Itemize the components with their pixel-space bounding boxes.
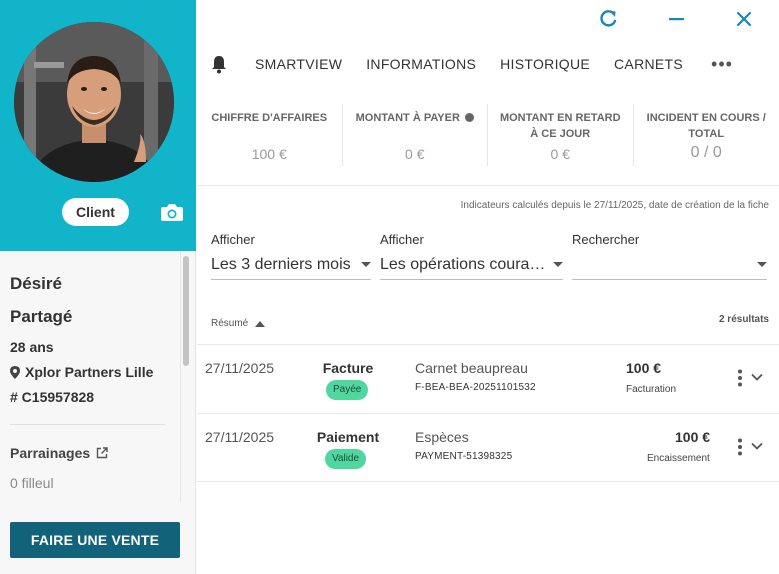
kpi-incidents: INCIDENT EN COURS / TOTAL 0 / 0 [634, 104, 779, 166]
row-description: Carnet beaupreau [415, 360, 528, 376]
table-row[interactable]: 27/11/2025 Paiement Valide Espèces PAYME… [197, 413, 779, 481]
sort-up-icon [255, 320, 266, 327]
client-details: Désiré Partagé 28 ans Xplor Partners Lil… [10, 270, 180, 405]
referrals-label: Parrainages [10, 445, 91, 461]
table-row[interactable]: 27/11/2025 Facture Payée Carnet beauprea… [197, 344, 779, 412]
external-link-icon [96, 447, 108, 459]
sidebar-divider [10, 424, 165, 425]
filter-label: Afficher [380, 232, 424, 247]
sort-label: Résumé [211, 318, 249, 329]
divider [197, 185, 779, 186]
client-type-badge: Client [62, 198, 129, 226]
client-age: 28 ans [10, 339, 54, 355]
referrals-count: 0 filleul [10, 475, 54, 491]
client-first-name: Désiré [10, 274, 62, 293]
client-main-panel: SMARTVIEW INFORMATIONS HISTORIQUE CARNET… [197, 0, 779, 574]
chevron-down-icon [757, 262, 767, 267]
row-type: Facture [322, 360, 374, 376]
profile-photo[interactable] [14, 22, 174, 182]
kebab-menu-icon[interactable] [737, 369, 743, 387]
avatar-image [14, 22, 174, 182]
row-date: 27/11/2025 [205, 429, 275, 445]
status-badge: Payée [326, 380, 369, 400]
make-sale-button[interactable]: FAIRE UNE VENTE [10, 522, 180, 558]
bell-icon[interactable] [209, 54, 229, 74]
kpi-value: 100 € [251, 146, 287, 162]
kpi-label-text: MONTANT À PAYER [355, 112, 460, 124]
divider [197, 481, 779, 482]
tab-historique[interactable]: HISTORIQUE [500, 56, 590, 72]
tab-informations[interactable]: INFORMATIONS [366, 56, 476, 72]
kpi-label: CHIFFRE D'AFFAIRES [211, 112, 328, 124]
more-options-icon[interactable]: ••• [711, 54, 733, 75]
kpi-revenue: CHIFFRE D'AFFAIRES 100 € [197, 104, 343, 166]
tab-bar: SMARTVIEW INFORMATIONS HISTORIQUE CARNET… [209, 52, 733, 76]
camera-icon[interactable] [160, 202, 184, 222]
referrals-link[interactable]: Parrainages [10, 445, 108, 461]
operations-select[interactable]: Les opérations coura… [380, 254, 563, 280]
client-last-name: Partagé [10, 307, 73, 326]
row-reference: PAYMENT-51398325 [415, 451, 513, 462]
row-type: Paiement [316, 429, 380, 445]
kpi-value: 0 € [405, 146, 425, 162]
info-icon[interactable] [464, 113, 474, 122]
client-location: Xplor Partners Lille [10, 364, 180, 380]
row-category: Facturation [626, 384, 677, 395]
client-id: # C15957828 [10, 389, 95, 405]
kebab-menu-icon[interactable] [737, 438, 743, 456]
close-icon[interactable] [733, 8, 755, 30]
kpi-label: INCIDENT EN COURS / TOTAL [646, 112, 766, 140]
minimize-icon[interactable] [666, 8, 688, 30]
chevron-down-icon[interactable] [750, 441, 764, 451]
filter-label: Afficher [211, 232, 255, 247]
search-filter[interactable]: Rechercher [572, 232, 767, 280]
results-count: 2 résultats [718, 314, 769, 325]
chevron-down-icon[interactable] [750, 372, 764, 382]
tab-smartview[interactable]: SMARTVIEW [255, 56, 342, 72]
client-location-text: Xplor Partners Lille [25, 364, 154, 380]
chevron-down-icon [361, 262, 371, 267]
row-date: 27/11/2025 [205, 360, 275, 376]
kpi-overdue: MONTANT EN RETARD À CE JOUR 0 € [488, 104, 634, 166]
client-sidebar: Client Désiré Partagé 28 ans Xplor Partn… [0, 0, 196, 574]
kpi-label: MONTANT À PAYER [351, 110, 480, 142]
refresh-icon[interactable] [597, 8, 619, 30]
row-reference: F-BEA-BEA-20251101532 [415, 382, 536, 393]
kpi-amount-due: MONTANT À PAYER 0 € [343, 104, 488, 166]
row-amount: 100 € [675, 429, 711, 445]
kpi-strip: CHIFFRE D'AFFAIRES 100 € MONTANT À PAYER… [197, 104, 779, 174]
operations-filter[interactable]: Afficher Les opérations coura… [380, 232, 563, 280]
tab-carnets[interactable]: CARNETS [614, 56, 683, 72]
kpi-value: 0 / 0 [690, 144, 722, 161]
period-select[interactable]: Les 3 derniers mois [211, 254, 371, 280]
row-amount: 100 € [626, 360, 662, 376]
sort-summary[interactable]: Résumé [211, 318, 266, 329]
chevron-down-icon [553, 262, 563, 267]
status-badge: Valide [325, 449, 367, 469]
period-select-value: Les 3 derniers mois [211, 255, 351, 273]
sidebar-scrollbar[interactable] [183, 256, 189, 366]
row-category: Encaissement [647, 453, 710, 464]
indicator-note: Indicateurs calculés depuis le 27/11/202… [460, 200, 769, 211]
kpi-label: MONTANT EN RETARD À CE JOUR [499, 112, 621, 140]
sidebar-scroll-track [180, 252, 181, 502]
profile-header: Client [0, 0, 196, 251]
search-select[interactable] [572, 254, 767, 280]
filter-label: Rechercher [572, 232, 640, 247]
operations-select-value: Les opérations coura… [380, 255, 546, 273]
location-pin-icon [10, 365, 20, 379]
row-description: Espèces [415, 429, 469, 445]
period-filter[interactable]: Afficher Les 3 derniers mois [211, 232, 371, 280]
kpi-value: 0 € [550, 146, 570, 162]
